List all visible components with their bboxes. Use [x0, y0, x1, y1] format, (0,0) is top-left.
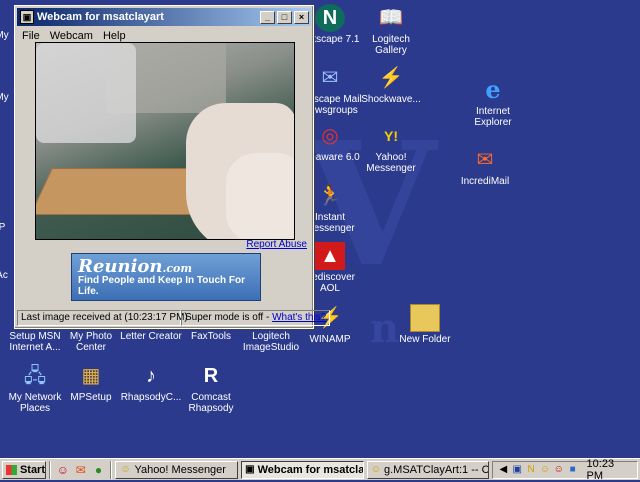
banner-tagline: Find People and Keep In Touch For Life.	[78, 275, 246, 297]
webcam-window[interactable]: ▣ Webcam for msatclayart _ □ × File Webc…	[14, 5, 331, 329]
display-tray-icon[interactable]: ■	[567, 464, 579, 476]
windows-logo-icon	[6, 464, 17, 475]
desktop-icon-shockwave[interactable]: ⚡ Shockwave...	[356, 64, 426, 105]
start-button[interactable]: Start	[2, 460, 46, 479]
desktop-icon-yahoo-messenger[interactable]: Y! Yahoo! Messenger	[356, 122, 426, 174]
reunion-logo: Reunion.com	[78, 256, 193, 277]
desktop-icon-internet-explorer[interactable]: e Internet Explorer	[458, 75, 528, 129]
desktop-icon-logitech-gallery[interactable]: 📖 Logitech Gallery	[356, 4, 426, 56]
yahoo-tray-icon[interactable]: ☺	[539, 464, 551, 476]
webcam-window-title: Webcam for msatclayart	[37, 11, 164, 23]
taskbar-separator	[110, 460, 113, 479]
reunion-ad-banner[interactable]: Reunion.com Find People and Keep In Touc…	[71, 253, 261, 301]
aol-triangle-icon: ▲	[315, 242, 345, 270]
desktop-icon-incredimail[interactable]: ✉ IncrediMail	[450, 146, 520, 187]
yahoo-quicklaunch-icon[interactable]: ☺	[55, 462, 71, 478]
desktop-icon-comcast-rhapsody[interactable]: R Comcast Rhapsody	[176, 362, 246, 414]
aim-running-man-icon: 🏃	[317, 185, 343, 207]
yahoo-smiley-icon: ☺	[370, 463, 381, 475]
task-chat[interactable]: ☺ g.MSATClayArt:1 -- Chat	[366, 460, 490, 479]
media-quicklaunch-icon[interactable]: ●	[91, 462, 107, 478]
menu-file[interactable]: File	[17, 30, 45, 42]
menu-help[interactable]: Help	[98, 30, 131, 42]
norton-icon[interactable]: N	[525, 464, 537, 476]
incredimail-quicklaunch-icon[interactable]: ✉	[73, 462, 89, 478]
video-clay-extruder	[36, 43, 136, 143]
webcam-video-frame	[35, 42, 295, 240]
mail-icon: ✉	[321, 67, 339, 89]
webcam-app-icon: ▣	[20, 10, 34, 24]
comcast-rhapsody-icon: R	[203, 365, 219, 387]
desktop-icon-new-folder[interactable]: New Folder	[390, 304, 460, 345]
desktop-edge-label[interactable]: P	[0, 222, 12, 233]
desktop-edge-label[interactable]: Ac	[0, 270, 12, 281]
ad-aware-icon: ◎	[321, 125, 339, 147]
network-icon[interactable]: ▣	[511, 464, 523, 476]
book-icon: 📖	[378, 7, 404, 29]
network-places-icon: 🖧	[23, 365, 47, 387]
whats-this-link[interactable]: What's this?	[272, 312, 326, 323]
status-super-mode: Super mode is off - What's this?	[181, 310, 331, 326]
minimize-button[interactable]: _	[260, 10, 275, 24]
desktop-icon-logitech-imagestudio[interactable]: Logitech ImageStudio	[236, 331, 306, 353]
taskbar-separator	[49, 460, 51, 479]
video-hand-2	[226, 153, 294, 239]
task-webcam[interactable]: ▣ Webcam for msatcla...	[241, 460, 364, 479]
messenger-tray-icon[interactable]: ☺	[553, 464, 565, 476]
webcam-titlebar[interactable]: ▣ Webcam for msatclayart _ □ ×	[17, 8, 311, 26]
clock[interactable]: 10:23 PM	[587, 458, 633, 482]
status-last-image: Last image received at (10:23:17 PM)	[17, 310, 188, 326]
desktop-edge-label[interactable]: My	[0, 92, 12, 103]
incredimail-icon: ✉	[476, 149, 494, 171]
yahoo-smiley-icon: Y!	[384, 128, 398, 144]
report-abuse-link[interactable]: Report Abuse	[246, 239, 307, 250]
menu-webcam[interactable]: Webcam	[45, 30, 98, 42]
taskbar: Start ☺ ✉ ● ☺ Yahoo! Messenger ▣ Webcam …	[0, 458, 640, 482]
close-button[interactable]: ×	[294, 10, 309, 24]
system-tray: ◀ ▣ N ☺ ☺ ■ 10:23 PM	[492, 458, 638, 482]
yahoo-smiley-icon: ☺	[120, 463, 131, 475]
webcam-statusbar: Last image received at (10:23:17 PM) Sup…	[17, 310, 331, 326]
desktop-edge-label[interactable]: My	[0, 30, 12, 41]
mpsetup-icon: ▦	[81, 365, 101, 387]
rhapsody-icon: ♪	[146, 365, 156, 387]
shockwave-icon: ⚡	[378, 67, 404, 89]
task-yahoo-messenger[interactable]: ☺ Yahoo! Messenger	[115, 460, 239, 479]
folder-icon	[410, 304, 440, 332]
internet-explorer-icon: e	[485, 75, 501, 104]
webcam-app-icon: ▣	[245, 463, 255, 475]
maximize-button[interactable]: □	[277, 10, 292, 24]
volume-icon[interactable]: ◀	[497, 464, 509, 476]
netscape-icon: N	[315, 4, 345, 32]
